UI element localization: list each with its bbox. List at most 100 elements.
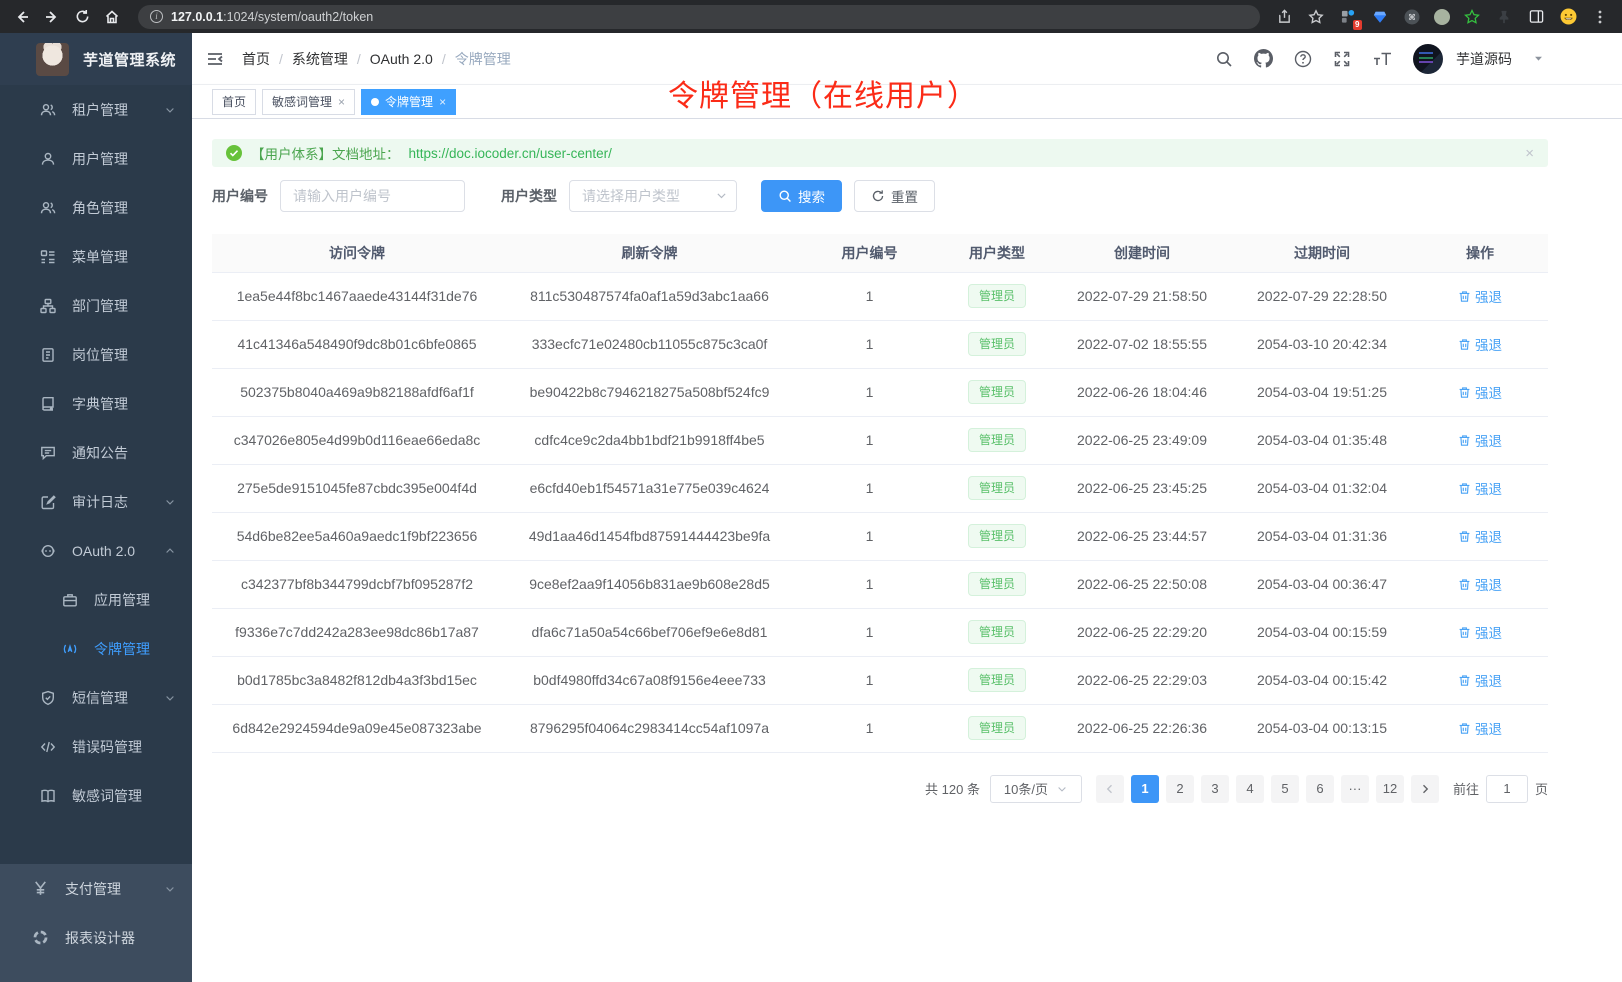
sidebar-item-role[interactable]: 角色管理 bbox=[0, 183, 192, 232]
force-logout-button[interactable]: 强退 bbox=[1458, 670, 1502, 690]
refresh-token-cell: 9ce8ef2aa9f14056b831ae9b608e28d5 bbox=[502, 560, 797, 608]
address-bar[interactable]: i 127.0.0.1:1024/system/oauth2/token bbox=[138, 5, 1260, 29]
success-check-icon bbox=[226, 145, 242, 161]
extension-command[interactable]: ⌘ bbox=[1402, 7, 1422, 27]
url-path: :1024/system/oauth2/token bbox=[223, 10, 373, 24]
force-logout-button[interactable]: 强退 bbox=[1458, 430, 1502, 450]
logo-avatar bbox=[36, 43, 69, 76]
github-link[interactable] bbox=[1254, 49, 1273, 68]
tag-home[interactable]: 首页 bbox=[212, 89, 256, 115]
force-logout-button[interactable]: 强退 bbox=[1458, 622, 1502, 642]
user-name[interactable]: 芋道源码 bbox=[1456, 49, 1512, 69]
breadcrumb-home[interactable]: 首页 bbox=[242, 49, 270, 69]
access-token-cell: 275e5de9151045fe87cbdc395e004f4d bbox=[212, 464, 502, 512]
sidebar-item-notice[interactable]: 通知公告 bbox=[0, 428, 192, 477]
share-button[interactable] bbox=[1274, 7, 1294, 27]
force-logout-button[interactable]: 强退 bbox=[1458, 718, 1502, 738]
sidebar-item-sensitive[interactable]: 敏感词管理 bbox=[0, 771, 192, 820]
font-size-button[interactable] bbox=[1372, 50, 1392, 68]
page-button-1[interactable]: 1 bbox=[1131, 775, 1159, 803]
extension-panel[interactable] bbox=[1526, 7, 1546, 27]
profile-avatar[interactable] bbox=[1558, 7, 1578, 27]
browser-reload-button[interactable] bbox=[70, 5, 94, 29]
goto-page-input[interactable] bbox=[1486, 775, 1528, 803]
sidebar-item-audit[interactable]: 审计日志 bbox=[0, 477, 192, 526]
extension-downloads[interactable]: 9 bbox=[1338, 7, 1358, 27]
tag-token-management[interactable]: 令牌管理× bbox=[361, 89, 456, 115]
sidebar-item-tenant[interactable]: 租户管理 bbox=[0, 85, 192, 134]
browser-menu-button[interactable] bbox=[1590, 7, 1610, 27]
force-logout-button[interactable]: 强退 bbox=[1458, 382, 1502, 402]
back-arrow-icon bbox=[14, 9, 30, 25]
reset-button[interactable]: 重置 bbox=[854, 180, 935, 212]
force-logout-button[interactable]: 强退 bbox=[1458, 286, 1502, 306]
trash-icon bbox=[1458, 722, 1471, 735]
search-button-label: 搜索 bbox=[798, 186, 825, 206]
force-logout-button[interactable]: 强退 bbox=[1458, 334, 1502, 354]
sidebar-bottom-section: 支付管理 报表设计器 bbox=[0, 864, 192, 982]
code-icon bbox=[40, 739, 56, 755]
force-logout-button[interactable]: 强退 bbox=[1458, 574, 1502, 594]
browser-home-button[interactable] bbox=[100, 5, 124, 29]
page-button-12[interactable]: 12 bbox=[1376, 775, 1404, 803]
sidebar-item-dept[interactable]: 部门管理 bbox=[0, 281, 192, 330]
page-button-4[interactable]: 4 bbox=[1236, 775, 1264, 803]
user-type-select-input[interactable] bbox=[569, 180, 737, 212]
token-broadcast-icon bbox=[62, 641, 78, 657]
site-info-icon[interactable]: i bbox=[150, 10, 163, 23]
next-page-button[interactable] bbox=[1411, 775, 1439, 803]
collapse-sidebar-button[interactable] bbox=[206, 50, 224, 68]
sidebar-item-post[interactable]: 岗位管理 bbox=[0, 330, 192, 379]
actions-cell: 强退 bbox=[1412, 368, 1548, 416]
search-icon bbox=[1215, 50, 1233, 68]
browser-forward-button[interactable] bbox=[40, 5, 64, 29]
extension-gem[interactable] bbox=[1370, 7, 1390, 27]
url-text[interactable]: 127.0.0.1:1024/system/oauth2/token bbox=[171, 10, 373, 24]
extension-pin[interactable] bbox=[1494, 7, 1514, 27]
more-pages-button[interactable]: ··· bbox=[1341, 775, 1369, 803]
sidebar-item-pay[interactable]: 支付管理 bbox=[0, 864, 192, 913]
sidebar-item-sms[interactable]: 短信管理 bbox=[0, 673, 192, 722]
page-button-5[interactable]: 5 bbox=[1271, 775, 1299, 803]
alert-label: 【用户体系】文档地址： bbox=[251, 143, 400, 163]
sidebar-item-oauth[interactable]: OAuth 2.0 bbox=[0, 526, 192, 575]
user-avatar[interactable] bbox=[1413, 44, 1443, 74]
page-button-3[interactable]: 3 bbox=[1201, 775, 1229, 803]
fullscreen-button[interactable] bbox=[1333, 50, 1351, 68]
sidebar-item-oauth-token[interactable]: 令牌管理 bbox=[0, 624, 192, 673]
page-size-select[interactable]: 10条/页 bbox=[990, 775, 1082, 803]
extension-star[interactable] bbox=[1462, 7, 1482, 27]
force-logout-button[interactable]: 强退 bbox=[1458, 478, 1502, 498]
table-header-row: 访问令牌 刷新令牌 用户编号 用户类型 创建时间 过期时间 操作 bbox=[212, 234, 1548, 272]
search-button[interactable]: 搜索 bbox=[761, 180, 842, 212]
expires-cell: 2054-03-04 00:15:59 bbox=[1232, 608, 1412, 656]
header-search-button[interactable] bbox=[1215, 50, 1233, 68]
sidebar-item-label: 错误码管理 bbox=[72, 737, 176, 757]
doc-link[interactable]: https://doc.iocoder.cn/user-center/ bbox=[409, 146, 612, 161]
help-button[interactable] bbox=[1294, 50, 1312, 68]
tag-close-icon[interactable]: × bbox=[439, 96, 446, 108]
tag-close-icon[interactable]: × bbox=[338, 96, 345, 108]
page-content: 【用户体系】文档地址： https://doc.iocoder.cn/user-… bbox=[192, 119, 1622, 982]
bookmark-button[interactable] bbox=[1306, 7, 1326, 27]
sidebar-item-user[interactable]: 用户管理 bbox=[0, 134, 192, 183]
prev-page-button[interactable] bbox=[1096, 775, 1124, 803]
alert-close-icon[interactable]: × bbox=[1525, 145, 1534, 162]
sidebar-item-oauth-app[interactable]: 应用管理 bbox=[0, 575, 192, 624]
force-logout-button[interactable]: 强退 bbox=[1458, 526, 1502, 546]
page-button-6[interactable]: 6 bbox=[1306, 775, 1334, 803]
sidebar-item-report-designer[interactable]: 报表设计器 bbox=[0, 913, 192, 962]
tag-sensitive-words[interactable]: 敏感词管理× bbox=[262, 89, 355, 115]
app-logo[interactable]: 芋道管理系统 bbox=[0, 33, 192, 85]
extension-circle[interactable] bbox=[1434, 9, 1450, 25]
refresh-token-cell: e6cfd40eb1f54571a31e775e039c4624 bbox=[502, 464, 797, 512]
sidebar-item-errorcode[interactable]: 错误码管理 bbox=[0, 722, 192, 771]
browser-back-button[interactable] bbox=[10, 5, 34, 29]
sidebar-item-dict[interactable]: 字典管理 bbox=[0, 379, 192, 428]
access-token-cell: 6d842e2924594de9a09e45e087323abe bbox=[212, 704, 502, 752]
user-type-select[interactable] bbox=[569, 180, 737, 212]
user-id-input[interactable] bbox=[280, 180, 465, 212]
user-id-cell: 1 bbox=[797, 560, 942, 608]
page-button-2[interactable]: 2 bbox=[1166, 775, 1194, 803]
sidebar-item-menu[interactable]: 菜单管理 bbox=[0, 232, 192, 281]
